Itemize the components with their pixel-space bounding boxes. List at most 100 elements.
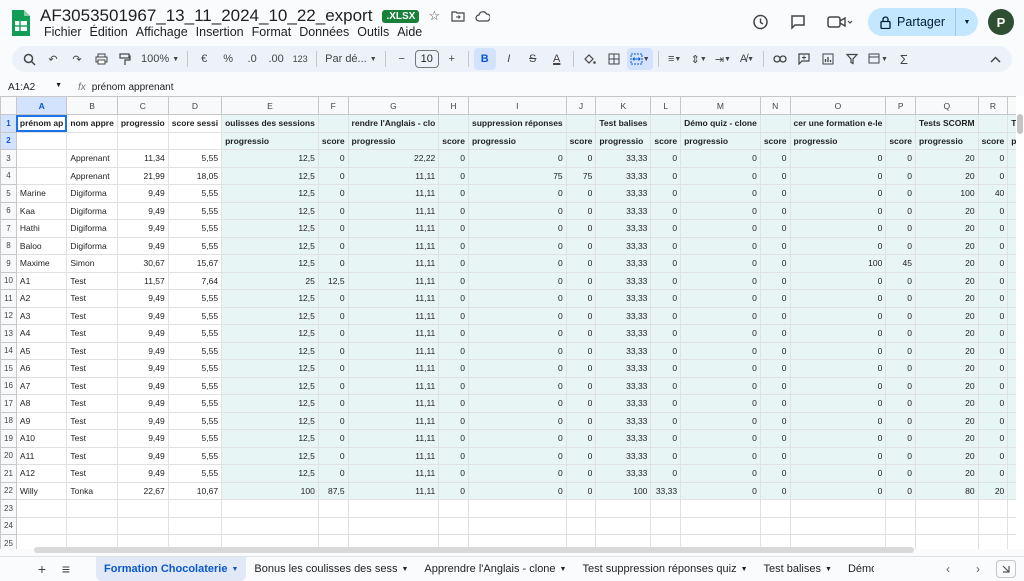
filter-views-icon[interactable]: ▼ bbox=[865, 48, 891, 70]
cell-k9[interactable]: 33,33 bbox=[595, 254, 652, 273]
cell-p14[interactable]: 0 bbox=[885, 341, 917, 360]
cell-c4[interactable]: 21,99 bbox=[116, 166, 169, 185]
column-header-q[interactable]: Q bbox=[915, 96, 979, 115]
cell-s5[interactable]: 0 bbox=[1007, 184, 1016, 203]
cell-p1[interactable] bbox=[885, 114, 917, 133]
cell-o24[interactable] bbox=[789, 516, 887, 535]
cell-g16[interactable]: 11,11 bbox=[347, 376, 440, 395]
cell-a14[interactable]: A5 bbox=[15, 341, 68, 360]
cell-f1[interactable] bbox=[317, 114, 349, 133]
cell-o21[interactable]: 0 bbox=[789, 464, 887, 483]
more-formats-button[interactable]: 123 bbox=[289, 48, 311, 70]
cell-d6[interactable]: 5,55 bbox=[167, 201, 223, 220]
cell-e15[interactable]: 12,5 bbox=[221, 359, 319, 378]
cell-h3[interactable]: 0 bbox=[438, 149, 469, 168]
menu-fichier[interactable]: Fichier bbox=[40, 24, 86, 40]
cell-e7[interactable]: 12,5 bbox=[221, 219, 319, 238]
cell-k7[interactable]: 33,33 bbox=[595, 219, 652, 238]
cell-q15[interactable]: 20 bbox=[915, 359, 979, 378]
cell-p18[interactable]: 0 bbox=[885, 411, 917, 430]
cell-q1[interactable]: Tests SCORM bbox=[915, 114, 979, 133]
cell-n23[interactable] bbox=[759, 499, 791, 518]
sheets-logo-icon[interactable] bbox=[10, 8, 32, 38]
cell-f16[interactable]: 0 bbox=[317, 376, 349, 395]
cell-f8[interactable]: 0 bbox=[317, 236, 349, 255]
column-header-b[interactable]: B bbox=[66, 96, 118, 115]
cell-e22[interactable]: 100 bbox=[221, 481, 319, 500]
cell-p4[interactable]: 0 bbox=[885, 166, 917, 185]
cell-g22[interactable]: 11,11 bbox=[347, 481, 440, 500]
cell-c19[interactable]: 9,49 bbox=[116, 429, 169, 448]
cell-l11[interactable]: 0 bbox=[650, 289, 682, 308]
redo-icon[interactable]: ↷ bbox=[66, 48, 88, 70]
cell-g20[interactable]: 11,11 bbox=[347, 446, 440, 465]
cell-m13[interactable]: 0 bbox=[680, 324, 761, 343]
cell-g15[interactable]: 11,11 bbox=[347, 359, 440, 378]
cell-l6[interactable]: 0 bbox=[650, 201, 682, 220]
cell-j9[interactable]: 0 bbox=[565, 254, 597, 273]
cell-f11[interactable]: 0 bbox=[317, 289, 349, 308]
cell-k5[interactable]: 33,33 bbox=[595, 184, 652, 203]
row-header[interactable]: 15 bbox=[0, 359, 17, 378]
paint-format-icon[interactable] bbox=[114, 48, 136, 70]
cell-b23[interactable] bbox=[66, 499, 118, 518]
cell-o8[interactable]: 0 bbox=[789, 236, 887, 255]
column-header-g[interactable]: G bbox=[347, 96, 440, 115]
scroll-tabs-right-icon[interactable]: › bbox=[966, 559, 990, 579]
cell-m20[interactable]: 0 bbox=[680, 446, 761, 465]
cell-r14[interactable]: 0 bbox=[977, 341, 1009, 360]
cell-h12[interactable]: 0 bbox=[438, 306, 469, 325]
cell-p2[interactable]: score bbox=[885, 131, 917, 150]
cell-h5[interactable]: 0 bbox=[438, 184, 469, 203]
cell-d1[interactable]: score sessi bbox=[167, 114, 223, 133]
cell-a15[interactable]: A6 bbox=[15, 359, 68, 378]
cell-d13[interactable]: 5,55 bbox=[167, 324, 223, 343]
cell-d2[interactable] bbox=[167, 131, 223, 150]
row-header[interactable]: 21 bbox=[0, 464, 17, 483]
cell-s18[interactable]: 0 bbox=[1007, 411, 1016, 430]
cell-n17[interactable]: 0 bbox=[759, 394, 791, 413]
cell-e9[interactable]: 12,5 bbox=[221, 254, 319, 273]
column-header-e[interactable]: E bbox=[221, 96, 319, 115]
cell-e3[interactable]: 12,5 bbox=[221, 149, 319, 168]
cell-i17[interactable]: 0 bbox=[467, 394, 567, 413]
cell-k14[interactable]: 33,33 bbox=[595, 341, 652, 360]
font-family-select[interactable]: Par dé... ▼ bbox=[322, 48, 380, 70]
cell-r12[interactable]: 0 bbox=[977, 306, 1009, 325]
cell-h2[interactable]: score bbox=[438, 131, 469, 150]
cell-f9[interactable]: 0 bbox=[317, 254, 349, 273]
row-header[interactable]: 5 bbox=[0, 184, 17, 203]
cell-j14[interactable]: 0 bbox=[565, 341, 597, 360]
cell-o2[interactable]: progressio bbox=[789, 131, 887, 150]
insert-chart-icon[interactable] bbox=[817, 48, 839, 70]
cell-i16[interactable]: 0 bbox=[467, 376, 567, 395]
row-header[interactable]: 3 bbox=[0, 149, 17, 168]
cell-a11[interactable]: A2 bbox=[15, 289, 68, 308]
cell-d20[interactable]: 5,55 bbox=[167, 446, 223, 465]
cell-n2[interactable]: score bbox=[759, 131, 791, 150]
cell-i21[interactable]: 0 bbox=[467, 464, 567, 483]
cell-l5[interactable]: 0 bbox=[650, 184, 682, 203]
cell-s4[interactable]: 0 bbox=[1007, 166, 1016, 185]
cell-q14[interactable]: 20 bbox=[915, 341, 979, 360]
menu-insertion[interactable]: Insertion bbox=[192, 24, 248, 40]
cell-o12[interactable]: 0 bbox=[789, 306, 887, 325]
cell-q24[interactable] bbox=[915, 516, 979, 535]
cell-n13[interactable]: 0 bbox=[759, 324, 791, 343]
history-icon[interactable] bbox=[746, 8, 774, 36]
cell-j19[interactable]: 0 bbox=[565, 429, 597, 448]
cell-r13[interactable]: 0 bbox=[977, 324, 1009, 343]
cell-c20[interactable]: 9,49 bbox=[116, 446, 169, 465]
cell-g19[interactable]: 11,11 bbox=[347, 429, 440, 448]
cell-d5[interactable]: 5,55 bbox=[167, 184, 223, 203]
scroll-thumb[interactable] bbox=[1017, 114, 1023, 134]
cell-j4[interactable]: 75 bbox=[565, 166, 597, 185]
chevron-down-icon[interactable]: ▼ bbox=[825, 566, 832, 573]
cell-c13[interactable]: 9,49 bbox=[116, 324, 169, 343]
cell-k21[interactable]: 33,33 bbox=[595, 464, 652, 483]
cell-d22[interactable]: 10,67 bbox=[167, 481, 223, 500]
cell-n6[interactable]: 0 bbox=[759, 201, 791, 220]
cell-m24[interactable] bbox=[680, 516, 761, 535]
cell-c9[interactable]: 30,67 bbox=[116, 254, 169, 273]
cell-b20[interactable]: Test bbox=[66, 446, 118, 465]
